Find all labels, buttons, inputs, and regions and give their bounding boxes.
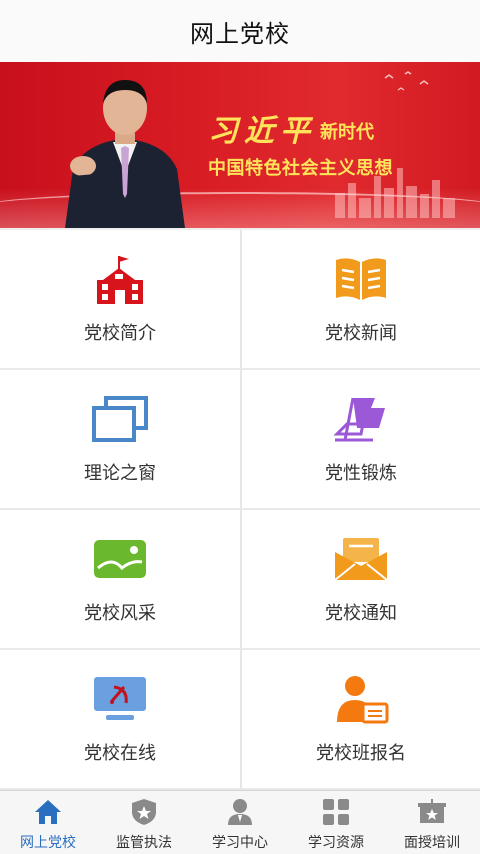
page-title: 网上党校 bbox=[190, 19, 290, 48]
grid-item-theory[interactable]: 理论之窗 bbox=[0, 370, 240, 510]
grid-icon bbox=[321, 797, 351, 827]
tab-supervision[interactable]: 监管执法 bbox=[96, 791, 192, 854]
user-icon bbox=[225, 797, 255, 827]
flag-icon bbox=[331, 393, 391, 445]
windows-icon bbox=[90, 393, 150, 445]
tab-label: 网上党校 bbox=[20, 835, 76, 851]
tab-party-school[interactable]: 网上党校 bbox=[0, 791, 96, 854]
app-header: 网上党校 bbox=[0, 0, 480, 63]
grid-item-notice[interactable]: 党校通知 bbox=[242, 510, 480, 650]
birds-decoration bbox=[384, 71, 429, 91]
grid-item-label: 党性锻炼 bbox=[325, 463, 397, 484]
grid-item-label: 党校班报名 bbox=[316, 743, 406, 764]
banner-name-calligraphy: 习近平 bbox=[208, 114, 316, 149]
grid-item-online[interactable]: 党校在线 bbox=[0, 650, 240, 790]
grid-item-training[interactable]: 党性锻炼 bbox=[242, 370, 480, 510]
shield-star-icon bbox=[129, 797, 159, 827]
tab-study-resources[interactable]: 学习资源 bbox=[288, 791, 384, 854]
bottom-tab-bar: 网上党校 监管执法 学习中心 学习资源 面授培训 bbox=[0, 790, 480, 854]
user-card-icon bbox=[331, 673, 391, 725]
tab-label: 学习中心 bbox=[212, 835, 268, 851]
grid-item-label: 党校风采 bbox=[84, 603, 156, 624]
grid-item-intro[interactable]: 党校简介 bbox=[0, 230, 240, 370]
grid-item-label: 党校简介 bbox=[84, 323, 156, 344]
home-icon bbox=[33, 797, 63, 827]
grid-item-news[interactable]: 党校新闻 bbox=[242, 230, 480, 370]
tab-label: 面授培训 bbox=[404, 835, 460, 851]
grid-item-label: 党校在线 bbox=[84, 743, 156, 764]
monitor-emblem-icon bbox=[90, 673, 150, 725]
envelope-icon bbox=[331, 533, 391, 585]
board-star-icon bbox=[417, 797, 447, 827]
feature-grid: 党校简介 党校新闻 理论之窗 党性锻炼 党校风采 党校通知 党校在线 党校班报名 bbox=[0, 230, 480, 790]
tab-label: 监管执法 bbox=[116, 835, 172, 851]
landscape-photo-icon bbox=[90, 533, 150, 585]
tab-label: 学习资源 bbox=[308, 835, 364, 851]
tab-offline-training[interactable]: 面授培训 bbox=[384, 791, 480, 854]
grid-item-label: 党校通知 bbox=[325, 603, 397, 624]
open-book-icon bbox=[331, 253, 391, 305]
banner-subtitle-2: 中国特色社会主义思想 bbox=[208, 158, 393, 179]
portrait-figure bbox=[65, 80, 185, 228]
grid-item-label: 理论之窗 bbox=[84, 463, 156, 484]
school-building-icon bbox=[90, 253, 150, 305]
banner[interactable]: 习近平 新时代 中国特色社会主义思想 bbox=[0, 62, 480, 228]
grid-item-gallery[interactable]: 党校风采 bbox=[0, 510, 240, 650]
grid-item-signup[interactable]: 党校班报名 bbox=[242, 650, 480, 790]
grid-item-label: 党校新闻 bbox=[325, 323, 397, 344]
banner-subtitle-1: 新时代 bbox=[320, 122, 374, 143]
tab-study-center[interactable]: 学习中心 bbox=[192, 791, 288, 854]
